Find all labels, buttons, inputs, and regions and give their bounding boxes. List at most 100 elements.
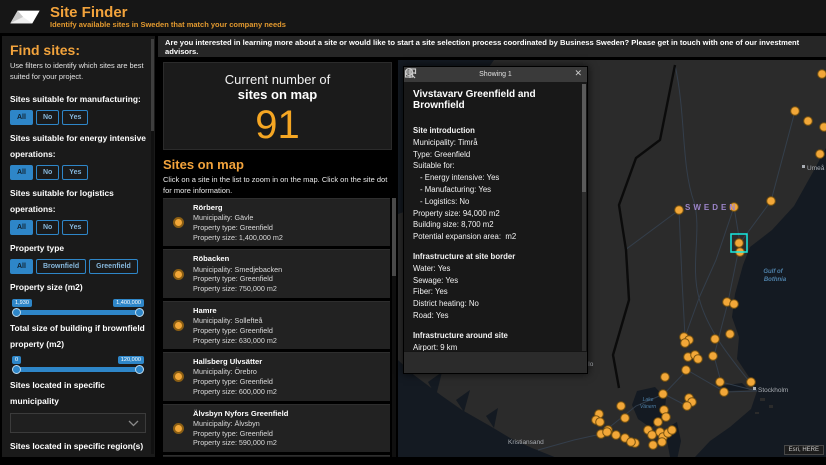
filter-label-energy: Sites suitable for energy intensive oper…: [10, 131, 146, 163]
site-list-item[interactable]: Hallsberg UlvsätterMunicipality: ÖrebroP…: [163, 352, 390, 400]
logistics-yes-button[interactable]: Yes: [62, 220, 88, 235]
dropdown-label-region: Sites located in specific region(s): [10, 439, 146, 455]
site-name: Röbacken: [193, 254, 282, 264]
site-list-item[interactable]: HamreMunicipality: SollefteåProperty typ…: [163, 301, 390, 349]
site-detail: Property size: 750,000 m2: [193, 284, 282, 294]
site-map-dot[interactable]: [668, 426, 677, 435]
popup-line: Water: Yes: [413, 263, 577, 275]
sidebar-title: Find sites:: [10, 42, 146, 58]
site-map-dot[interactable]: [662, 413, 671, 422]
slider-label-property-size: Property size (m2): [10, 280, 146, 296]
site-map-dot[interactable]: [711, 335, 720, 344]
energy-yes-button[interactable]: Yes: [62, 165, 88, 180]
building-size-min-handle[interactable]: [12, 365, 21, 374]
site-list-title: Sites on map: [163, 157, 392, 172]
site-map-dot[interactable]: [627, 438, 636, 447]
site-map-dot[interactable]: [816, 150, 825, 159]
building-size-max-value: 120,000: [118, 356, 144, 364]
manufacturing-yes-button[interactable]: Yes: [62, 110, 88, 125]
map-canvas[interactable]: SWEDEN Umeå Stockholm Kristiansand slo G…: [398, 60, 826, 457]
site-map-dot[interactable]: [818, 70, 826, 79]
selected-site-map-dot[interactable]: [735, 239, 744, 248]
site-map-dot[interactable]: [596, 418, 605, 427]
map-label-kristiansand: Kristiansand: [508, 439, 544, 446]
manufacturing-no-button[interactable]: No: [36, 110, 59, 125]
site-map-dot[interactable]: [694, 355, 703, 364]
site-map-dot[interactable]: [730, 300, 739, 309]
popup-line: Road: Yes: [413, 310, 577, 322]
site-map-dot[interactable]: [720, 388, 729, 397]
site-info-popup: Showing 1 ✕ Vivstavarv Greenfield and Br…: [403, 66, 588, 374]
popup-scrollbar[interactable]: [582, 84, 586, 351]
property-size-track[interactable]: [15, 310, 141, 315]
site-list-item[interactable]: Älvsbyn Nyfors GreenfieldMunicipality: Ä…: [163, 404, 390, 452]
site-detail: Property type: Greenfield: [193, 429, 288, 439]
property-type-all-button[interactable]: All: [10, 259, 33, 274]
business-sweden-logo-icon: [9, 6, 41, 28]
popup-body: Vivstavarv Greenfield and Brownfield Sit…: [404, 82, 587, 351]
site-list-item[interactable]: RörbergMunicipality: GävleProperty type:…: [163, 198, 390, 246]
site-map-dot[interactable]: [681, 339, 690, 348]
popup-line: Airport: 9 km: [413, 342, 577, 351]
municipality-select[interactable]: [10, 413, 146, 433]
building-size-track[interactable]: [15, 367, 141, 372]
site-map-dot[interactable]: [617, 402, 626, 411]
popup-header[interactable]: Showing 1 ✕: [404, 67, 587, 82]
property-size-min-handle[interactable]: [12, 308, 21, 317]
site-detail: Property type: Greenfield: [193, 326, 277, 336]
sidebar-scrollbar[interactable]: [151, 39, 154, 454]
popup-line: Fiber: Yes: [413, 286, 577, 298]
property-size-max-handle[interactable]: [135, 308, 144, 317]
dock-icon[interactable]: [404, 67, 417, 79]
site-map-dot[interactable]: [661, 373, 670, 382]
popup-line: [413, 243, 577, 251]
site-map-dot[interactable]: [791, 107, 800, 116]
site-map-dot[interactable]: [747, 378, 756, 387]
site-map-dot[interactable]: [648, 431, 657, 440]
map-label-lake-line2: Vänern: [640, 404, 656, 410]
site-list-item[interactable]: RöbackenMunicipality: SmedjebackenProper…: [163, 249, 390, 297]
site-map-dot[interactable]: [658, 438, 667, 447]
property-type-greenfield-button[interactable]: Greenfield: [89, 259, 138, 274]
site-map-dot[interactable]: [654, 418, 663, 427]
site-map-dot[interactable]: [649, 441, 658, 450]
site-map-dot[interactable]: [820, 123, 826, 132]
site-detail: Municipality: Sollefteå: [193, 316, 277, 326]
filters-sidebar: Find sites: Use filters to identify whic…: [2, 36, 155, 457]
site-detail: Property type: Greenfield: [193, 274, 282, 284]
site-map-dot[interactable]: [716, 378, 725, 387]
site-map-dot[interactable]: [682, 366, 691, 375]
property-size-slider[interactable]: 1,930 1,400,000: [12, 299, 144, 315]
building-size-min-value: 0: [12, 356, 21, 364]
site-list-item[interactable]: BerglundaMunicipality: ÖrebroProperty ty…: [163, 455, 390, 457]
property-type-brownfield-button[interactable]: Brownfield: [36, 259, 86, 274]
site-map-dot[interactable]: [612, 431, 621, 440]
manufacturing-all-button[interactable]: All: [10, 110, 33, 125]
site-detail: Municipality: Smedjebacken: [193, 265, 282, 275]
site-map-dot[interactable]: [709, 352, 718, 361]
building-size-max-handle[interactable]: [135, 365, 144, 374]
site-map-dot[interactable]: [659, 390, 668, 399]
logistics-no-button[interactable]: No: [36, 220, 59, 235]
site-finder-app: Site Finder Identify available sites in …: [0, 0, 826, 465]
energy-all-button[interactable]: All: [10, 165, 33, 180]
site-map-dot[interactable]: [683, 402, 692, 411]
popup-line: Infrastructure at site border: [413, 251, 577, 263]
site-map-dot[interactable]: [804, 117, 813, 126]
site-detail: Property size: 1,400,000 m2: [193, 233, 283, 243]
site-list-scrollbar[interactable]: [392, 198, 396, 457]
site-map-dot[interactable]: [726, 330, 735, 339]
site-name: Hamre: [193, 306, 277, 316]
map-attribution: Esri, HERE: [784, 445, 824, 455]
energy-no-button[interactable]: No: [36, 165, 59, 180]
chevron-down-icon: [128, 420, 139, 427]
site-map-dot[interactable]: [603, 428, 612, 437]
building-size-slider[interactable]: 0 120,000: [12, 356, 144, 372]
site-map-dot[interactable]: [675, 206, 684, 215]
site-dot-icon: [173, 320, 184, 331]
logistics-all-button[interactable]: All: [10, 220, 33, 235]
site-map-dot[interactable]: [621, 414, 630, 423]
site-map-dot[interactable]: [767, 197, 776, 206]
site-list: RörbergMunicipality: GävleProperty type:…: [163, 198, 390, 457]
close-icon[interactable]: ✕: [574, 68, 582, 79]
